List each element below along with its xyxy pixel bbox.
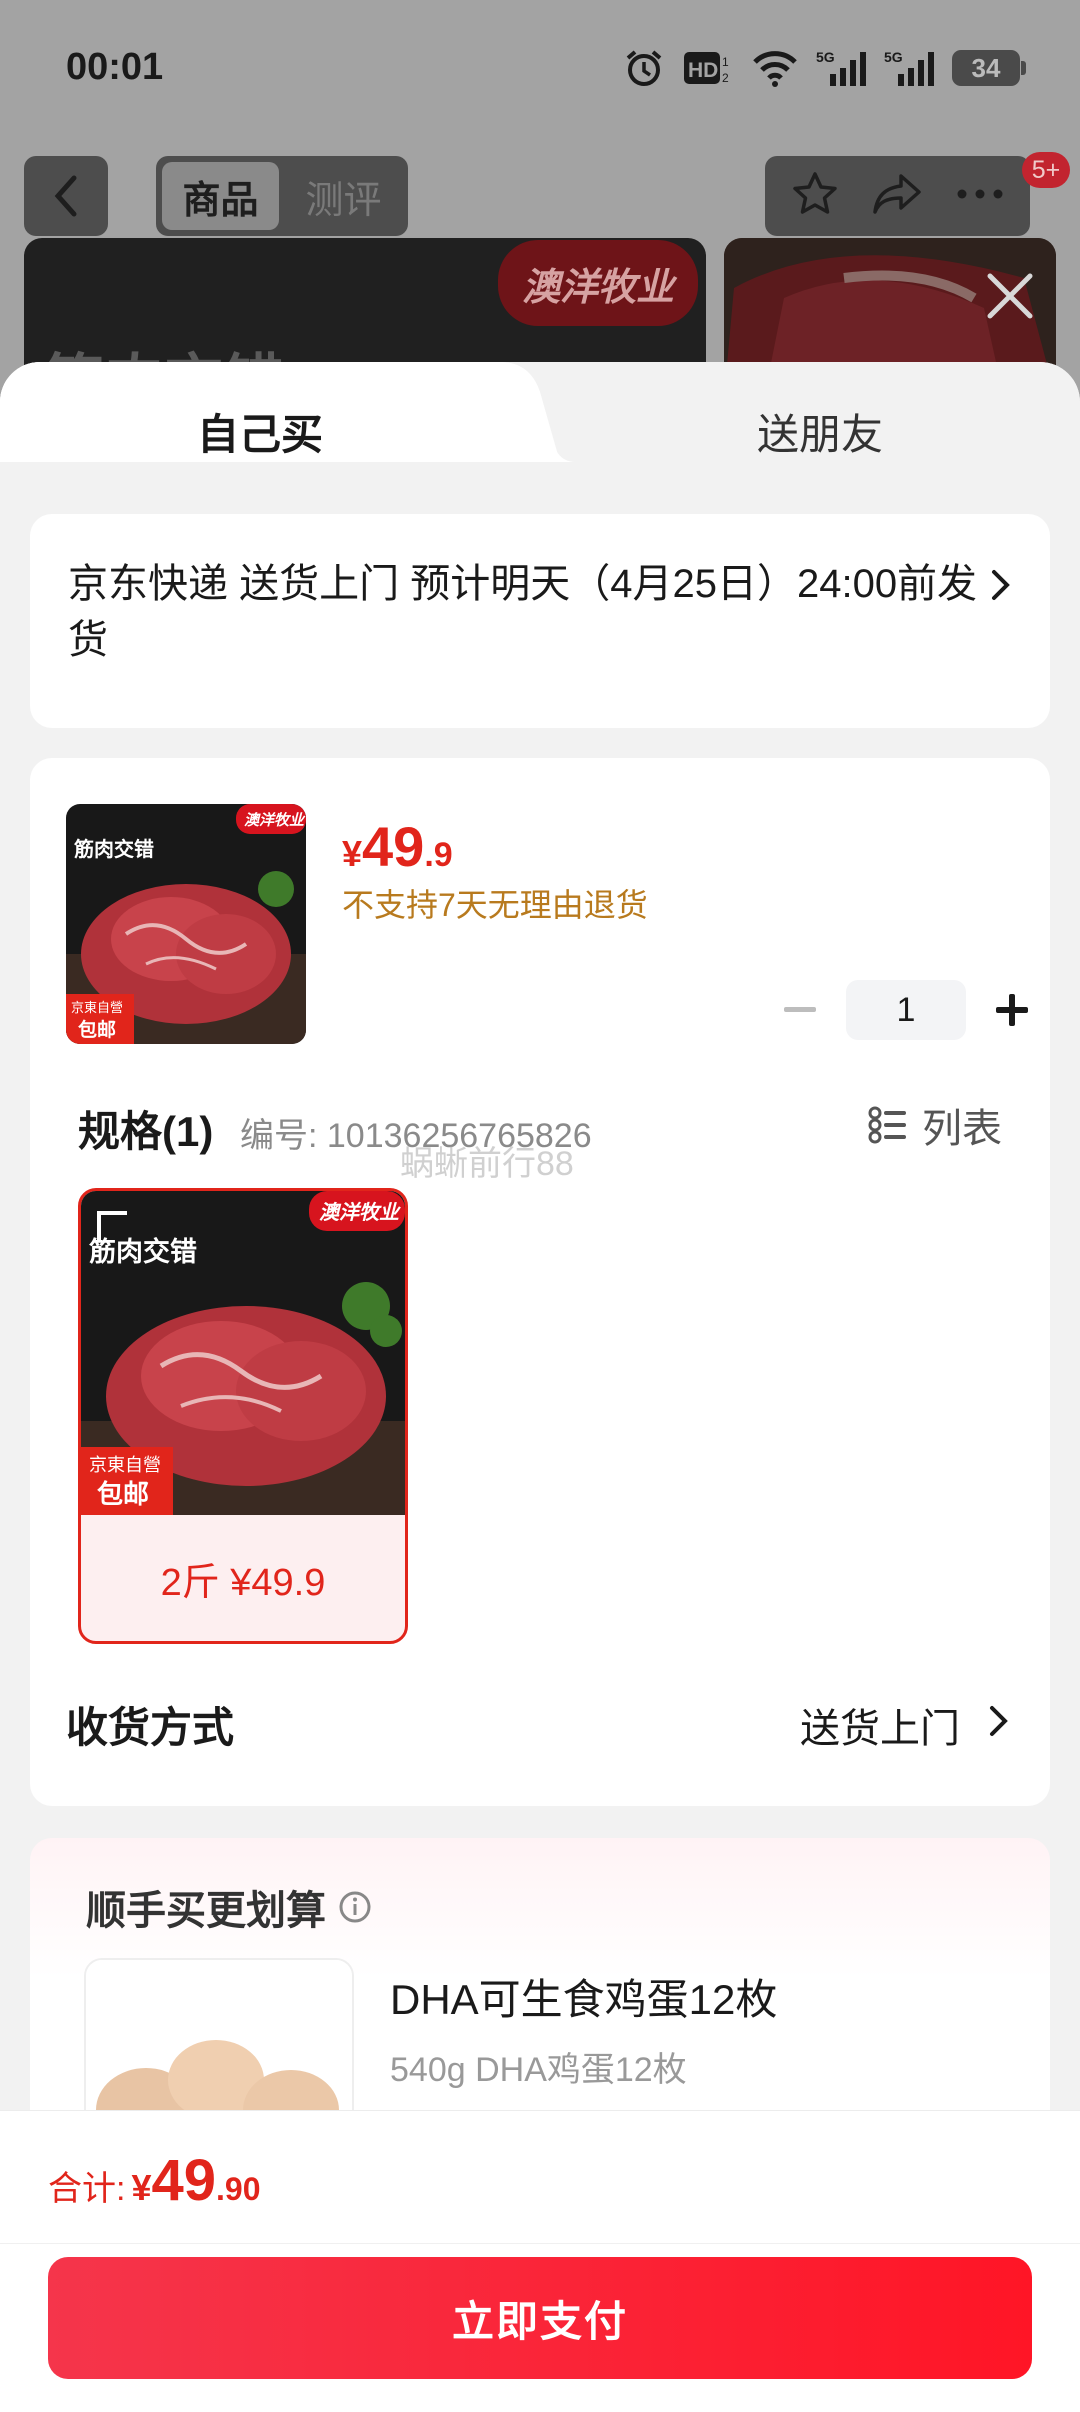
purchase-sheet: 自己买 送朋友 京东快递 送货上门 预计明天（4月25日）24:00前发货 澳洋… xyxy=(0,362,1080,2412)
addon-item-name[interactable]: DHA可生食鸡蛋12枚 xyxy=(390,1966,777,2027)
chevron-right-icon[interactable] xyxy=(988,1704,1010,1738)
watermark-text: 蜗蜥前行88 xyxy=(400,1145,574,1183)
decrease-button[interactable] xyxy=(770,980,830,1040)
spec-option-label: 2斤 ¥49.9 xyxy=(160,1561,326,1604)
image-tag-bottom: 包邮 xyxy=(78,1018,116,1041)
spec-tag-top: 京東自營 xyxy=(89,1455,161,1475)
tab-goods[interactable]: 商品 xyxy=(162,162,279,230)
status-bar: 00:01 HD 1 2 5G 5G 34 xyxy=(0,0,1080,140)
svg-text:2: 2 xyxy=(722,71,729,85)
product-image: 澳洋牧业 筋肉交错 京東自營 包邮 xyxy=(66,804,306,1044)
delivery-method-label: 收货方式 xyxy=(66,1704,235,1751)
addon-item-spec: 540g DHA鸡蛋12枚 xyxy=(390,2051,687,2089)
back-button[interactable] xyxy=(24,156,108,236)
list-label: 列表 xyxy=(922,1107,1002,1151)
svg-text:5G: 5G xyxy=(816,49,835,65)
product-card: 澳洋牧业 筋肉交错 京東自營 包邮 ¥49.9 不支持7天无理由退货 1 规格(… xyxy=(30,758,1050,1806)
tab-review[interactable]: 测评 xyxy=(285,162,402,230)
spec-option-selected[interactable]: 澳洋牧业 筋肉交错 京東自營 包邮 2斤 ¥49.9 xyxy=(78,1188,408,1644)
total-label: 合计: xyxy=(48,2170,126,2208)
increase-button[interactable] xyxy=(982,980,1042,1040)
pay-now-button[interactable]: 立即支付 xyxy=(48,2257,1032,2379)
alarm-icon xyxy=(624,48,664,88)
svg-text:HD: HD xyxy=(688,59,718,82)
price-decimal: .9 xyxy=(424,836,453,874)
wifi-icon xyxy=(752,48,798,88)
footer-divider xyxy=(0,2243,1080,2244)
no-return-notice: 不支持7天无理由退货 xyxy=(342,887,648,923)
total-price: 合计: ¥ 49 .90 xyxy=(48,2147,260,2214)
purchase-mode-tabs: 自己买 送朋友 xyxy=(0,362,1080,500)
list-view-toggle[interactable]: 列表 xyxy=(868,1096,1002,1154)
spec-brand-tag: 澳洋牧业 xyxy=(319,1201,401,1224)
total-decimal: .90 xyxy=(216,2171,261,2207)
image-title: 筋肉交错 xyxy=(74,837,154,861)
svg-text:1: 1 xyxy=(722,55,729,69)
brand-tag-small: 澳洋牧业 xyxy=(244,812,306,829)
spec-tag-bottom: 包邮 xyxy=(97,1479,149,1509)
chevron-left-icon xyxy=(54,175,77,217)
product-price: ¥49.9 xyxy=(342,814,453,879)
product-tabs: 商品 测评 xyxy=(156,156,408,236)
info-icon[interactable] xyxy=(338,1890,372,1924)
delivery-method-value[interactable]: 送货上门 xyxy=(800,1696,960,1754)
favorite-star-icon[interactable] xyxy=(791,170,839,223)
checkout-footer: 合计: ¥ 49 .90 立即支付 xyxy=(0,2110,1080,2412)
brand-tag: 澳洋牧业 xyxy=(498,240,698,326)
addon-title-text: 顺手买更划算 xyxy=(86,1889,326,1933)
svg-text:5G: 5G xyxy=(884,49,903,65)
status-time: 00:01 xyxy=(66,46,164,88)
product-nav: 商品 测评 5+ xyxy=(0,152,1080,238)
battery-indicator: 34 xyxy=(952,50,1026,86)
signal-5g-icon-2: 5G xyxy=(884,48,934,88)
tab-buy-self[interactable]: 自己买 xyxy=(0,362,520,500)
close-sheet-icon[interactable] xyxy=(984,270,1036,322)
shipping-text: 京东快递 送货上门 预计明天（4月25日）24:00前发货 xyxy=(68,562,978,662)
background-page: 00:01 HD 1 2 5G 5G 34 商品 测评 5+ 澳洋牧业 xyxy=(0,0,1080,400)
quantity-value[interactable]: 1 xyxy=(846,980,966,1040)
share-icon[interactable] xyxy=(871,170,923,223)
image-tag-top: 京東自營 xyxy=(71,1000,123,1015)
quantity-stepper: 1 xyxy=(770,980,1042,1040)
nav-actions xyxy=(765,156,1030,236)
message-badge: 5+ xyxy=(1022,152,1070,188)
product-gallery: 澳洋牧业 筋肉交错 xyxy=(0,238,1080,398)
list-icon xyxy=(868,1106,906,1144)
spec-option-image: 澳洋牧业 筋肉交错 京東自營 包邮 xyxy=(81,1191,405,1515)
total-currency: ¥ xyxy=(131,2167,152,2208)
minus-icon xyxy=(784,1007,816,1012)
tab-send-friend[interactable]: 送朋友 xyxy=(560,362,1080,500)
status-icons: HD 1 2 5G 5G 34 xyxy=(624,44,1026,92)
addon-title: 顺手买更划算 xyxy=(86,1878,372,1936)
shipping-info-row[interactable]: 京东快递 送货上门 预计明天（4月25日）24:00前发货 xyxy=(30,514,1050,728)
total-integer: 49 xyxy=(151,2148,216,2213)
hd-icon: HD 1 2 xyxy=(682,48,734,88)
price-currency: ¥ xyxy=(342,833,363,874)
more-icon[interactable] xyxy=(956,187,1004,205)
price-integer: 49 xyxy=(362,815,425,878)
signal-5g-icon-1: 5G xyxy=(816,48,866,88)
spec-title: 规格(1) xyxy=(78,1108,214,1155)
chevron-right-icon xyxy=(992,570,1010,600)
plus-icon xyxy=(996,994,1028,1026)
zoom-corner-icon xyxy=(97,1211,127,1241)
